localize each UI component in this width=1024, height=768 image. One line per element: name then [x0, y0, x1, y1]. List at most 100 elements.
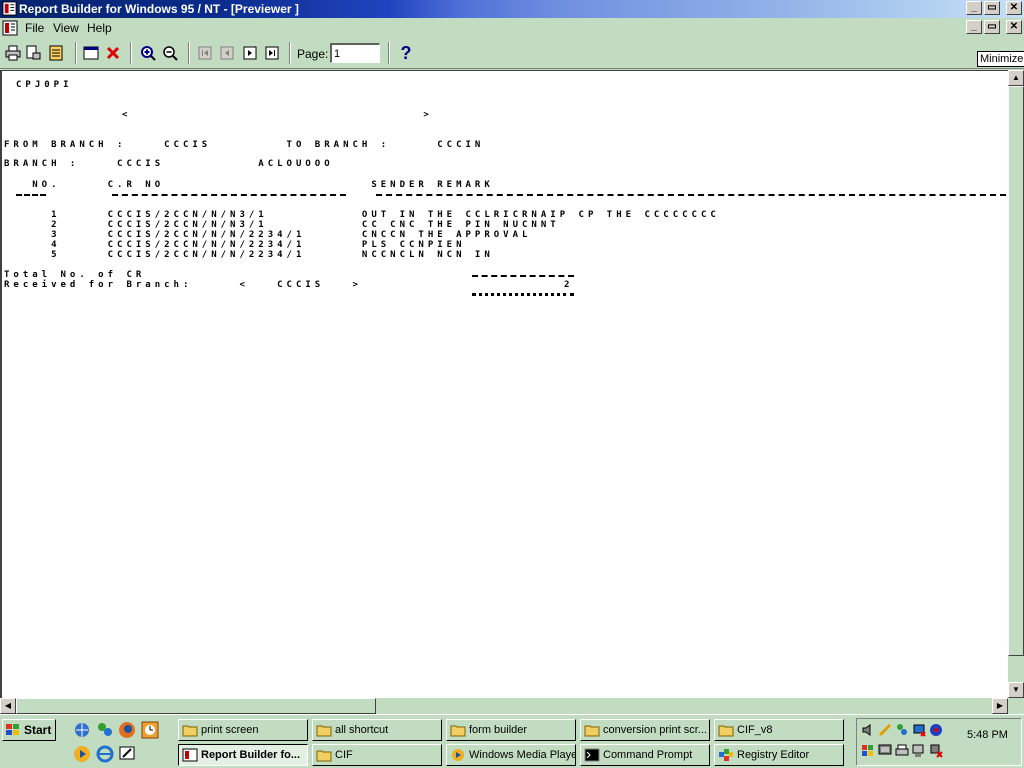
windows-flag-icon[interactable]: [861, 744, 875, 758]
vertical-scrollbar[interactable]: ▲ ▼: [1008, 70, 1024, 698]
menu-view[interactable]: View: [53, 21, 79, 35]
menu-help[interactable]: Help: [87, 21, 112, 35]
media-player-icon: [452, 749, 464, 761]
minimize-button[interactable]: _: [966, 1, 982, 15]
printer-tray-icon[interactable]: [895, 744, 909, 758]
page-setup-button[interactable]: [24, 44, 42, 62]
toolbar: Page: ?: [0, 38, 1024, 69]
scroll-up-button[interactable]: ▲: [1008, 70, 1024, 86]
report-subtitle: < >: [122, 110, 433, 120]
menu-bar: File View Help _ ▭ ✕: [0, 18, 1024, 38]
report-title: CPJ0PI: [16, 80, 73, 90]
network-connection-icon[interactable]: [912, 723, 926, 737]
folder-icon: [316, 725, 332, 737]
scrollbar-corner: [1008, 698, 1024, 714]
command-prompt-icon: [584, 748, 600, 762]
task-conversion-print-screen[interactable]: conversion print scr...: [580, 719, 710, 741]
task-command-prompt[interactable]: Command Prompt: [580, 744, 710, 766]
previous-page-button[interactable]: [218, 44, 236, 62]
scroll-down-button[interactable]: ▼: [1008, 682, 1024, 698]
report-builder-app-icon: [2, 1, 17, 16]
zoom-out-button[interactable]: [161, 44, 179, 62]
clock-app-icon[interactable]: [141, 721, 159, 739]
window-title: Report Builder for Windows 95 / NT - [Pr…: [19, 2, 299, 16]
clock[interactable]: 5:48 PM: [967, 729, 1008, 741]
header-underline: [112, 194, 346, 196]
desktop-icon[interactable]: [118, 745, 136, 763]
zoom-in-icon: [141, 46, 156, 61]
media-player-icon[interactable]: [73, 745, 91, 763]
task-cif[interactable]: CIF: [312, 744, 442, 766]
window-controls: _ ▭ ✕: [966, 1, 1022, 15]
close-preview-button[interactable]: [104, 44, 122, 62]
folder-icon: [182, 725, 198, 737]
task-all-shortcut[interactable]: all shortcut: [312, 719, 442, 741]
start-label: Start: [24, 723, 52, 737]
disconnected-network-icon[interactable]: [929, 744, 943, 758]
firefox-icon[interactable]: [118, 721, 136, 739]
folder-icon: [584, 725, 600, 737]
title-bar[interactable]: Report Builder for Windows 95 / NT - [Pr…: [0, 0, 1024, 18]
report-preview-area[interactable]: CPJ0PI < > FROM BRANCH : CCCIS TO BRANCH…: [0, 70, 1008, 698]
task-report-builder[interactable]: Report Builder fo...: [178, 744, 308, 766]
close-button[interactable]: ✕: [1006, 1, 1022, 15]
report-total-value: 2: [564, 280, 574, 290]
mail-button[interactable]: [47, 44, 65, 62]
system-tray: 5:48 PM: [856, 718, 1022, 766]
report-received-label: Received for Branch: < CCCIS >: [4, 280, 362, 290]
security-icon[interactable]: [929, 723, 943, 737]
last-page-icon: [265, 46, 279, 60]
task-registry-editor[interactable]: Registry Editor: [714, 744, 844, 766]
task-cif-v8[interactable]: CIF_v8: [714, 719, 844, 741]
first-page-icon: [198, 46, 212, 60]
toolbar-separator: [130, 42, 132, 64]
report-branch-range: FROM BRANCH : CCCIS TO BRANCH : CCCIN: [4, 140, 485, 150]
report-column-headers: NO. C.R NO SENDER REMARK: [4, 180, 494, 190]
monitor-icon[interactable]: [878, 744, 892, 758]
doc-restore-button[interactable]: ▭: [984, 20, 1000, 34]
pen-tablet-icon[interactable]: [878, 723, 892, 737]
maximize-button[interactable]: ▭: [984, 1, 1000, 15]
horizontal-scrollbar[interactable]: ◀ ▶: [0, 698, 1008, 714]
scroll-right-button[interactable]: ▶: [992, 698, 1008, 714]
first-page-button[interactable]: [196, 44, 214, 62]
volume-icon[interactable]: [861, 723, 875, 737]
task-print-screen[interactable]: print screen: [178, 719, 308, 741]
network-icon[interactable]: [73, 721, 91, 739]
task-windows-media-player[interactable]: Windows Media Player: [446, 744, 576, 766]
minimize-tooltip: Minimize: [977, 51, 1024, 67]
horizontal-scroll-thumb[interactable]: [16, 698, 376, 714]
close-x-icon: [106, 46, 120, 60]
document-window-icon[interactable]: [2, 20, 18, 36]
report-row: 2 CCCIS/2CCN/N/N3/1 CC CNC THE PIN NUCNN…: [4, 220, 560, 230]
report-row: 5 CCCIS/2CCN/N/N/2234/1 NCCNCLN NCN IN: [4, 250, 494, 260]
page-number-input[interactable]: [330, 43, 380, 63]
print-button[interactable]: [4, 44, 22, 62]
next-page-button[interactable]: [241, 44, 259, 62]
computer-icon[interactable]: [912, 744, 926, 758]
last-page-button[interactable]: [263, 44, 281, 62]
zoom-in-button[interactable]: [139, 44, 157, 62]
doc-minimize-button[interactable]: _: [966, 20, 982, 34]
printer-icon: [5, 45, 21, 61]
report-branch: BRANCH : CCCIS ACLOUOOO: [4, 159, 334, 169]
internet-explorer-icon[interactable]: [96, 745, 114, 763]
report-row: 4 CCCIS/2CCN/N/N/2234/1 PLS CCNPIEN: [4, 240, 466, 250]
folder-icon: [450, 725, 466, 737]
messenger-icon[interactable]: [96, 721, 114, 739]
total-double-line: [472, 293, 574, 296]
doc-close-button[interactable]: ✕: [1006, 20, 1022, 34]
report-row: 1 CCCIS/2CCN/N/N3/1 OUT IN THE CCLRICRNA…: [4, 210, 720, 220]
start-button[interactable]: Start: [2, 719, 56, 741]
scroll-left-button[interactable]: ◀: [0, 698, 16, 714]
task-form-builder[interactable]: form builder: [446, 719, 576, 741]
users-icon[interactable]: [895, 723, 909, 737]
help-button[interactable]: ?: [397, 43, 415, 63]
header-underline: [376, 194, 1006, 196]
folder-icon: [316, 750, 332, 762]
header-underline: [16, 194, 46, 196]
zoom-out-icon: [163, 46, 178, 61]
new-window-button[interactable]: [82, 44, 100, 62]
vertical-scroll-thumb[interactable]: [1008, 86, 1024, 656]
menu-file[interactable]: File: [25, 21, 44, 35]
